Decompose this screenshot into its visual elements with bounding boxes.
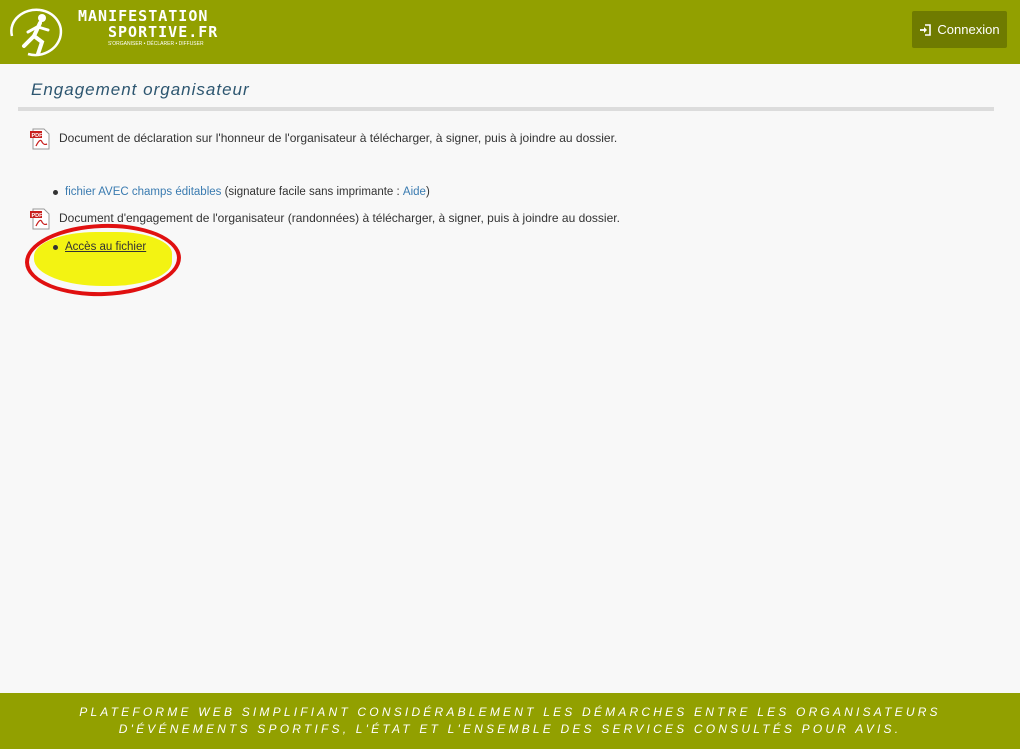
site-header: MANIFESTATION SPORTIVE.FR S'ORGANISER • … (0, 0, 1020, 64)
runner-logo-icon (10, 8, 63, 57)
link-suffix-text: (signature facile sans imprimante : (221, 186, 403, 198)
pdf-icon: PDF (30, 208, 50, 230)
sign-in-icon (920, 23, 932, 36)
footer-line2: D'ÉVÉNEMENTS SPORTIFS, L'ÉTAT ET L'ENSEM… (118, 722, 902, 736)
document-description: Document de déclaration sur l'honneur de… (59, 131, 618, 145)
login-label: Connexion (937, 22, 1000, 37)
document-description: Document d'engagement de l'organisateur … (59, 211, 620, 225)
link-closing-text: ) (425, 186, 430, 198)
svg-text:PDF: PDF (32, 133, 44, 139)
editable-file-link[interactable]: fichier AVEC champs éditables (65, 186, 221, 198)
logo-line2: SPORTIVE.FR (108, 23, 219, 41)
page-title: Engagement organisateur (31, 80, 250, 99)
logo-wordmark: MANIFESTATION SPORTIVE.FR S'ORGANISER • … (78, 8, 218, 48)
site-logo[interactable]: MANIFESTATION SPORTIVE.FR S'ORGANISER • … (6, 4, 217, 60)
logo-tagline: S'ORGANISER • DÉCLARER • DIFFUSER (108, 41, 204, 47)
document-row-declaration: PDF Document de déclaration sur l'honneu… (30, 128, 617, 150)
login-button[interactable]: Connexion (912, 11, 1007, 48)
file-access-link[interactable]: Accès au fichier (65, 241, 146, 253)
bullet-dot (53, 244, 58, 250)
list-item-editable-file: fichier AVEC champs éditables (signature… (53, 186, 430, 198)
pdf-icon: PDF (30, 128, 50, 150)
site-footer: PLATEFORME WEB SIMPLIFIANT CONSIDÉRABLEM… (0, 693, 1020, 749)
footer-line1: PLATEFORME WEB SIMPLIFIANT CONSIDÉRABLEM… (79, 705, 941, 719)
bullet-dot (53, 189, 58, 195)
title-divider (18, 107, 994, 111)
list-item-file-access: Accès au fichier (53, 241, 146, 253)
logo-line1: MANIFESTATION (78, 7, 209, 25)
help-link[interactable]: Aide (403, 186, 426, 198)
red-circle-annotation (23, 221, 183, 299)
svg-text:PDF: PDF (32, 213, 44, 219)
